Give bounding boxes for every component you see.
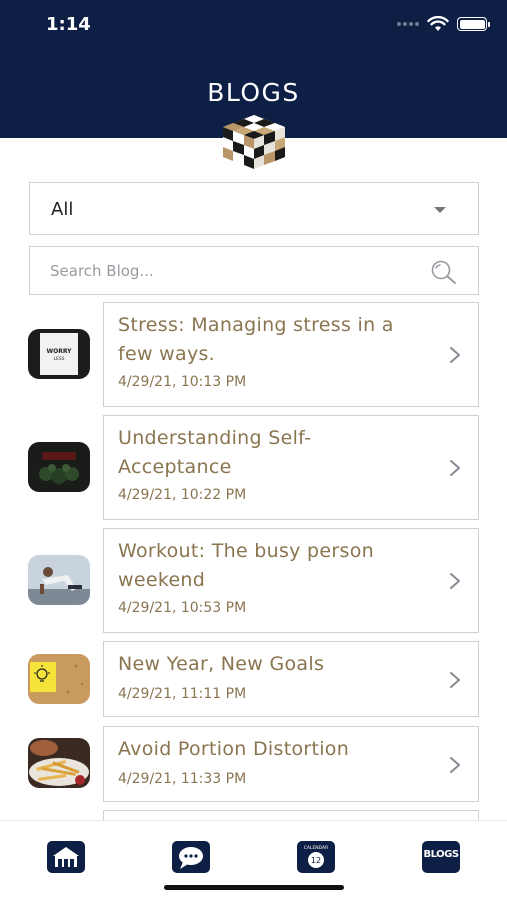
blog-card[interactable]: New Year, New Goals 4/29/21, 11:11 PM: [103, 641, 479, 717]
chevron-right-icon: [450, 672, 460, 688]
blog-date: 4/29/21, 11:33 PM: [118, 771, 247, 787]
blog-date: 4/29/21, 10:53 PM: [118, 600, 247, 616]
blog-title: New Year, New Goals: [118, 650, 438, 679]
blog-thumbnail-workout: [28, 555, 90, 605]
blogs-tab-label: BLOGS: [423, 849, 459, 860]
blog-thumbnail-self-acceptance: [28, 442, 90, 492]
blog-title: Understanding Self- Acceptance: [118, 424, 438, 482]
chevron-right-icon: [450, 347, 460, 363]
blog-title-line1: Understanding Self-: [118, 427, 312, 449]
chevron-right-icon: [450, 573, 460, 589]
blog-title-line2: Acceptance: [118, 456, 232, 478]
chevron-right-icon: [450, 460, 460, 476]
blog-card[interactable]: Understanding Self- Acceptance 4/29/21, …: [103, 415, 479, 520]
caret-down-icon: [434, 207, 446, 213]
cube-logo-icon: [223, 115, 285, 169]
blog-title: Avoid Portion Distortion: [118, 735, 438, 764]
signal-icon: [397, 22, 419, 26]
blog-thumbnail-new-year-goals: [28, 654, 90, 704]
home-icon: [53, 847, 79, 867]
thumb-text-worry: WORRY: [47, 348, 73, 355]
category-dropdown-value: All: [51, 199, 74, 220]
thumb-text-less: LESS: [53, 356, 64, 362]
blog-date: 4/29/21, 11:11 PM: [118, 686, 247, 702]
chat-bubble-icon: [179, 847, 203, 869]
blog-title-line1: Avoid Portion Distortion: [118, 738, 350, 760]
home-indicator: [164, 885, 344, 890]
chevron-right-icon: [450, 757, 460, 773]
blog-title: Stress: Managing stress in a few ways.: [118, 311, 438, 369]
search-box[interactable]: [29, 246, 479, 295]
home-tab[interactable]: [47, 841, 85, 873]
status-icons: [397, 16, 490, 32]
search-icon[interactable]: [430, 259, 458, 285]
blog-card[interactable]: Workout: The busy person weekend 4/29/21…: [103, 528, 479, 633]
blog-title: Workout: The busy person weekend: [118, 537, 438, 595]
blog-card[interactable]: Avoid Portion Distortion 4/29/21, 11:33 …: [103, 726, 479, 802]
calendar-tab[interactable]: CALENDAR 12: [297, 841, 335, 873]
page-title: BLOGS: [207, 78, 300, 107]
blog-card[interactable]: Stress: Managing stress in a few ways. 4…: [103, 302, 479, 407]
calendar-label: CALENDAR: [304, 845, 329, 851]
blog-date: 4/29/21, 10:22 PM: [118, 487, 247, 503]
blog-date: 4/29/21, 10:13 PM: [118, 374, 247, 390]
blogs-tab[interactable]: BLOGS: [422, 841, 460, 873]
blog-title-line1: New Year, New Goals: [118, 653, 325, 675]
blog-title-line2: few ways.: [118, 343, 216, 365]
calendar-icon: CALENDAR 12: [304, 845, 329, 868]
status-time: 1:14: [46, 14, 91, 35]
blog-title-line1: Stress: Managing stress in a: [118, 314, 394, 336]
search-input[interactable]: [50, 259, 420, 283]
calendar-day: 12: [311, 856, 321, 865]
blog-title-line2: weekend: [118, 569, 206, 591]
blog-thumbnail-portion: [28, 738, 90, 788]
blog-title-line1: Workout: The busy person: [118, 540, 374, 562]
battery-icon: [457, 17, 490, 31]
category-dropdown[interactable]: All: [29, 182, 479, 235]
wifi-icon: [427, 16, 449, 31]
chat-tab[interactable]: [172, 841, 210, 873]
blog-thumbnail-worry-less: WORRY LESS: [28, 329, 90, 379]
